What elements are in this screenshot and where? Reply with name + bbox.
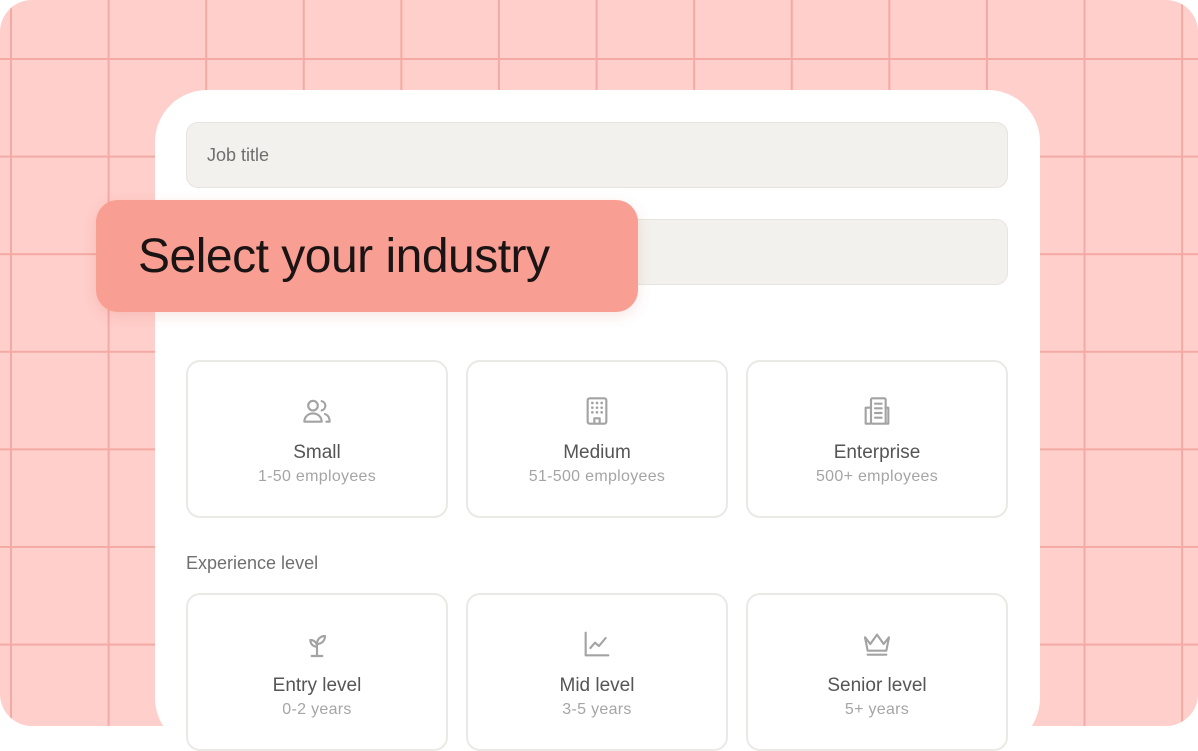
job-title-field[interactable]: Job title [186, 122, 1008, 188]
option-title: Entry level [272, 675, 362, 696]
option-title: Medium [563, 442, 631, 463]
users-icon [188, 395, 446, 427]
crown-icon [748, 628, 1006, 660]
line-chart-icon [468, 628, 726, 660]
office-building-icon [748, 395, 1006, 427]
company-size-option-medium[interactable]: Medium 51-500 employees [466, 360, 728, 518]
experience-option-senior[interactable]: Senior level 5+ years [746, 593, 1008, 751]
company-size-option-enterprise[interactable]: Enterprise 500+ employees [746, 360, 1008, 518]
option-title: Senior level [827, 675, 927, 696]
select-industry-tooltip: Select your industry [96, 200, 638, 312]
experience-option-entry[interactable]: Entry level 0-2 years [186, 593, 448, 751]
option-subtitle: 1-50 employees [257, 468, 377, 485]
option-subtitle: 5+ years [844, 701, 910, 718]
option-subtitle: 0-2 years [282, 701, 352, 718]
company-size-option-small[interactable]: Small 1-50 employees [186, 360, 448, 518]
option-subtitle: 3-5 years [562, 701, 632, 718]
experience-option-mid[interactable]: Mid level 3-5 years [466, 593, 728, 751]
tooltip-text: Select your industry [138, 229, 550, 283]
building-icon [468, 395, 726, 427]
option-subtitle: 51-500 employees [528, 468, 666, 485]
option-title: Mid level [559, 675, 635, 696]
option-title: Enterprise [833, 442, 921, 463]
sprout-icon [188, 628, 446, 660]
job-title-placeholder: Job title [207, 144, 270, 165]
experience-level-heading: Experience level [186, 553, 319, 573]
option-subtitle: 500+ employees [815, 468, 939, 485]
option-title: Small [293, 442, 341, 463]
